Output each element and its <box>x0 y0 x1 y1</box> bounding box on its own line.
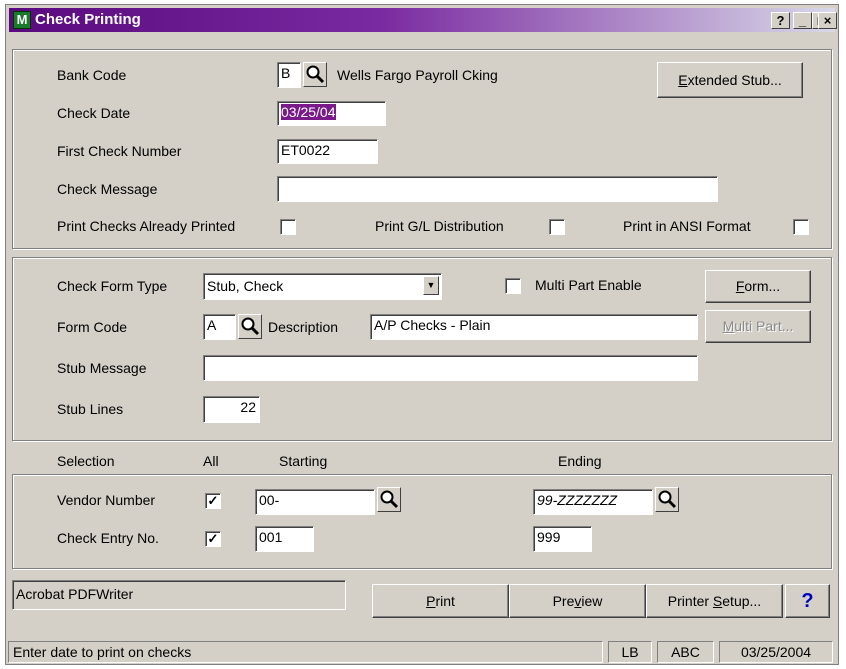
multipart-enable-checkbox[interactable] <box>505 278 521 294</box>
bank-code-label: Bank Code <box>57 67 127 83</box>
print-button[interactable]: Print <box>372 584 509 618</box>
print-already-checkbox[interactable] <box>280 219 296 235</box>
starting-header: Starting <box>279 453 328 469</box>
stub-lines-label: Stub Lines <box>57 401 124 417</box>
check-entry-label: Check Entry No. <box>57 530 159 546</box>
form-code-label: Form Code <box>57 319 128 335</box>
vendor-all-checkbox[interactable]: ✓ <box>205 493 221 509</box>
window-title: Check Printing <box>35 11 141 28</box>
stub-lines-field[interactable]: 22 <box>203 396 260 423</box>
vendor-end-lookup-button[interactable] <box>655 487 679 512</box>
help-button[interactable]: ? <box>785 584 830 618</box>
bank-code-field[interactable]: B <box>277 62 301 88</box>
print-already-label: Print Checks Already Printed <box>57 218 236 234</box>
app-m-icon[interactable]: M <box>13 11 31 29</box>
check-message-field[interactable] <box>277 176 718 202</box>
form-type-label: Check Form Type <box>57 278 168 294</box>
status-company: ABC <box>657 641 714 663</box>
selection-header: Selection <box>57 453 115 469</box>
dropdown-arrow-icon[interactable]: ▼ <box>423 276 439 295</box>
form-button[interactable]: Form... <box>705 270 811 303</box>
stub-message-field[interactable] <box>203 355 698 381</box>
all-header: All <box>203 453 219 469</box>
help-title-button[interactable]: ? <box>771 12 790 29</box>
form-type-value: Stub, Check <box>207 278 284 294</box>
description-field[interactable]: A/P Checks - Plain <box>370 314 698 340</box>
magnifier-icon <box>658 490 677 509</box>
printer-setup-button[interactable]: Printer Setup... <box>646 584 783 618</box>
magnifier-icon <box>306 65 325 84</box>
stub-message-label: Stub Message <box>57 360 147 376</box>
description-label: Description <box>268 319 339 335</box>
vendor-number-label: Vendor Number <box>57 492 156 508</box>
entry-all-checkbox[interactable]: ✓ <box>205 531 221 547</box>
close-button[interactable]: × <box>818 12 837 29</box>
status-date: 03/25/2004 <box>719 641 833 663</box>
entry-end-field[interactable]: 999 <box>533 526 592 552</box>
entry-start-field[interactable]: 001 <box>255 526 314 552</box>
printer-name-display: Acrobat PDFWriter <box>12 580 346 610</box>
first-check-field[interactable]: ET0022 <box>277 139 378 164</box>
print-ansi-checkbox[interactable] <box>793 219 809 235</box>
form-code-lookup-button[interactable] <box>238 314 262 339</box>
check-date-field[interactable]: 03/25/04 <box>277 101 386 126</box>
minimize-button[interactable]: _ <box>793 12 812 29</box>
multipart-enable-label: Multi Part Enable <box>535 277 642 293</box>
ending-header: Ending <box>558 453 602 469</box>
bank-name-text: Wells Fargo Payroll Cking <box>337 67 498 83</box>
check-message-label: Check Message <box>57 181 158 197</box>
status-message: Enter date to print on checks <box>8 641 603 663</box>
check-date-label: Check Date <box>57 105 131 121</box>
magnifier-icon <box>241 317 260 336</box>
check-printing-window: M Check Printing ? _ □ × Bank Code B Wel… <box>5 4 839 665</box>
form-code-field[interactable]: A <box>203 314 236 340</box>
vendor-start-field[interactable]: 00- <box>255 489 375 515</box>
status-user: LB <box>608 641 652 663</box>
vendor-end-field[interactable]: 99-ZZZZZZZ <box>533 489 653 515</box>
print-gl-label: Print G/L Distribution <box>375 218 504 234</box>
selection-panel <box>12 474 832 569</box>
multipart-button[interactable]: Multi Part... <box>705 310 811 343</box>
vendor-start-lookup-button[interactable] <box>377 487 401 512</box>
extended-stub-button[interactable]: Extended Stub... <box>657 62 803 98</box>
magnifier-icon <box>380 490 399 509</box>
first-check-label: First Check Number <box>57 143 182 159</box>
title-bar: M Check Printing ? _ □ <box>9 8 835 32</box>
print-ansi-label: Print in ANSI Format <box>623 218 751 234</box>
form-type-dropdown[interactable]: Stub, Check ▼ <box>203 273 442 300</box>
bank-lookup-button[interactable] <box>303 62 327 87</box>
preview-button[interactable]: Preview <box>509 584 646 618</box>
print-gl-checkbox[interactable] <box>549 219 565 235</box>
